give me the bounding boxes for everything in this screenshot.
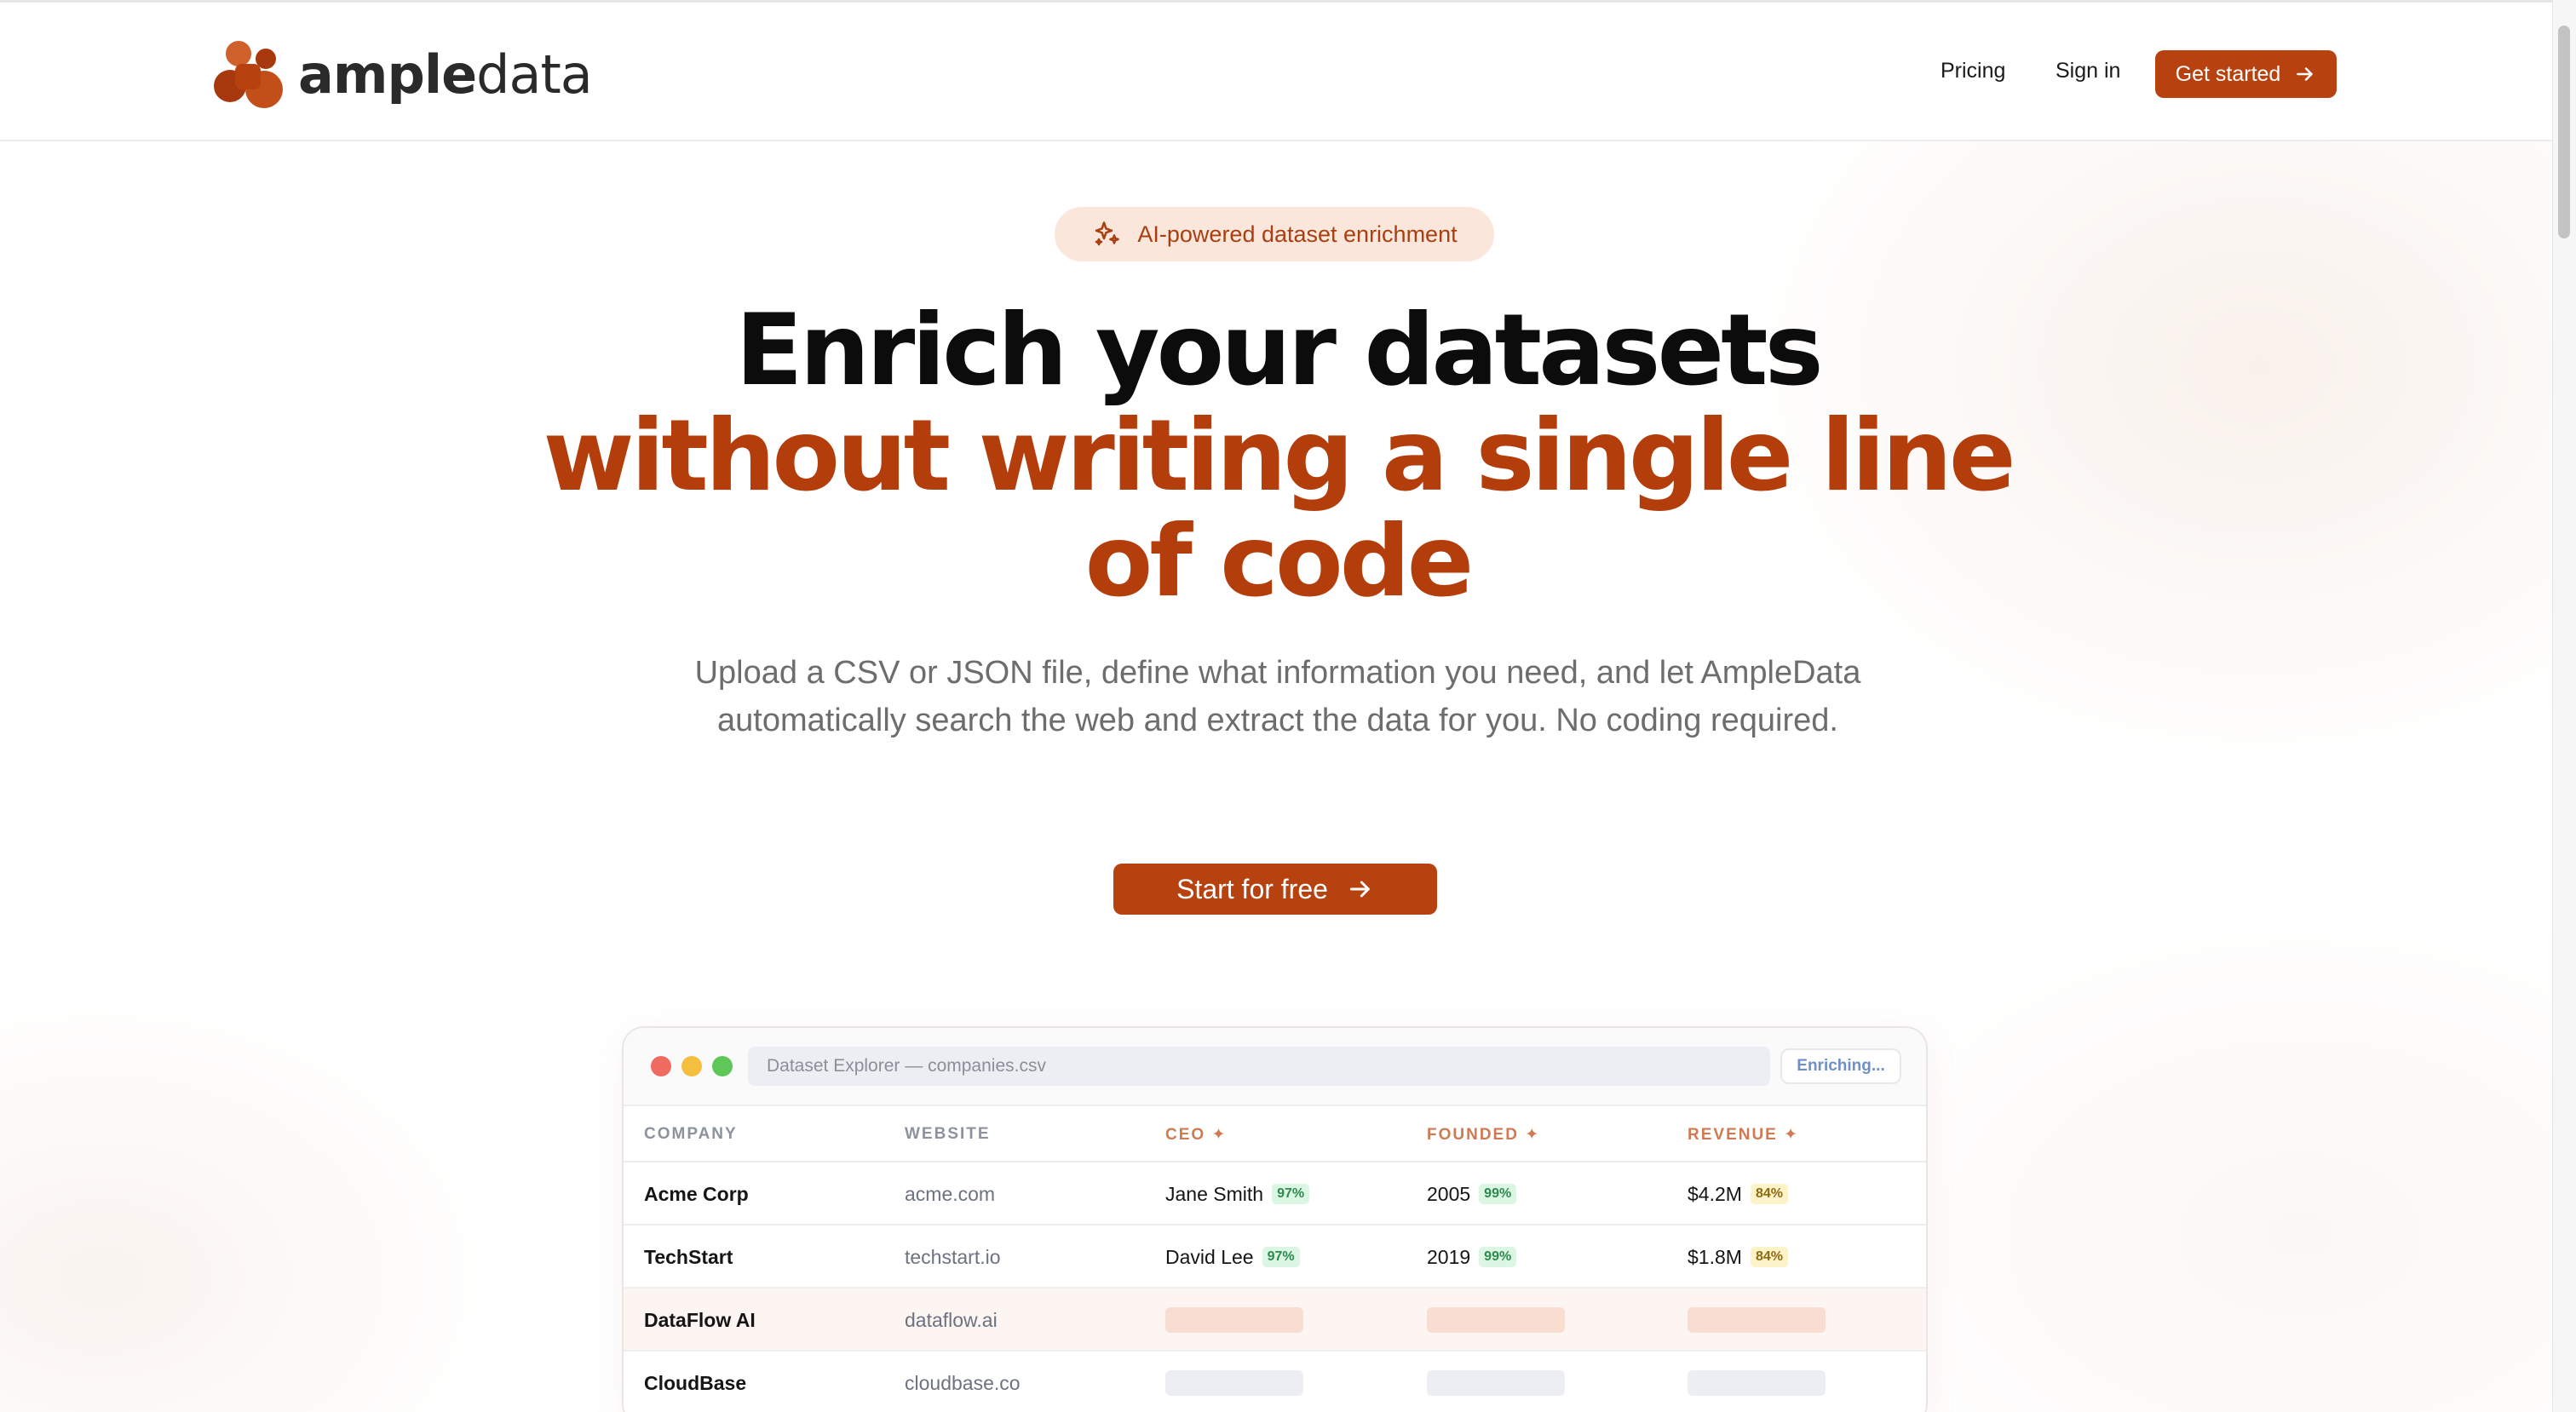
hero-badge: AI-powered dataset enrichment bbox=[1055, 207, 1494, 261]
headline-line-1: Enrich your datasets bbox=[735, 293, 1823, 408]
table-row[interactable]: Acme Corp acme.com Jane Smith 97% 2005 99%… bbox=[624, 1162, 1926, 1225]
enriching-status-badge: Enriching... bbox=[1780, 1048, 1901, 1084]
page-scrollbar[interactable] bbox=[2552, 0, 2576, 1412]
brand-logo[interactable]: ampledata bbox=[210, 37, 593, 113]
cell-company: TechStart bbox=[644, 1245, 733, 1268]
get-started-button[interactable]: Get started bbox=[2155, 50, 2337, 98]
confidence-badge: 84% bbox=[1750, 1247, 1788, 1267]
window-maximize-dot bbox=[712, 1056, 733, 1076]
nav-link-pricing[interactable]: Pricing bbox=[1941, 59, 2005, 83]
cell-revenue-skeleton bbox=[1688, 1352, 1826, 1412]
cell-revenue: $1.8M 84% bbox=[1688, 1225, 1788, 1289]
loading-skeleton bbox=[1427, 1307, 1565, 1333]
cell-company: CloudBase bbox=[644, 1371, 747, 1394]
column-header-website: WEBSITE bbox=[905, 1125, 991, 1143]
pending-skeleton bbox=[1427, 1370, 1565, 1396]
cell-website: acme.com bbox=[905, 1182, 996, 1205]
window-close-dot bbox=[651, 1056, 671, 1076]
scrollbar-thumb[interactable] bbox=[2558, 26, 2570, 238]
sparkles-icon bbox=[1095, 221, 1120, 246]
ceo-value: Jane Smith bbox=[1165, 1182, 1264, 1205]
cell-founded-skeleton bbox=[1427, 1352, 1565, 1412]
table-row[interactable]: TechStart techstart.io David Lee 97% 2019… bbox=[624, 1225, 1926, 1289]
top-navbar: ampledata Pricing Sign in Get started bbox=[0, 0, 2552, 141]
revenue-value: $1.8M bbox=[1688, 1245, 1742, 1268]
ceo-value: David Lee bbox=[1165, 1245, 1254, 1268]
cell-ceo-skeleton bbox=[1165, 1289, 1303, 1352]
pending-skeleton bbox=[1165, 1370, 1303, 1396]
revenue-value: $4.2M bbox=[1688, 1182, 1742, 1205]
cell-company: Acme Corp bbox=[644, 1182, 749, 1205]
founded-value: 2019 bbox=[1427, 1245, 1471, 1268]
headline-line-2: without writing a single line bbox=[543, 399, 2015, 514]
table-header: COMPANY WEBSITE CEO ✦ FOUNDED ✦ REVENUE … bbox=[624, 1106, 1926, 1162]
confidence-badge: 97% bbox=[1272, 1184, 1310, 1204]
brand-wordmark: ampledata bbox=[298, 49, 593, 101]
cell-ceo: David Lee 97% bbox=[1165, 1225, 1300, 1289]
get-started-label: Get started bbox=[2175, 61, 2281, 86]
founded-value: 2005 bbox=[1427, 1182, 1471, 1205]
column-header-ceo: CEO ✦ bbox=[1165, 1126, 1228, 1144]
column-header-revenue: REVENUE ✦ bbox=[1688, 1126, 1800, 1144]
loading-skeleton bbox=[1688, 1307, 1826, 1333]
table-row-pending[interactable]: CloudBase cloudbase.co bbox=[624, 1352, 1926, 1412]
window-minimize-dot bbox=[681, 1056, 702, 1076]
cell-website: cloudbase.co bbox=[905, 1371, 1021, 1394]
cell-revenue: $4.2M 84% bbox=[1688, 1162, 1788, 1225]
cell-founded: 2019 99% bbox=[1427, 1225, 1517, 1289]
cell-revenue-skeleton bbox=[1688, 1289, 1826, 1352]
hero-subheadline: Upload a CSV or JSON file, define what i… bbox=[694, 655, 1861, 738]
confidence-badge: 97% bbox=[1262, 1247, 1300, 1267]
window-titlebar: Dataset Explorer — companies.csv Enrichi… bbox=[624, 1028, 1926, 1106]
start-for-free-label: Start for free bbox=[1176, 873, 1328, 904]
loading-skeleton bbox=[1165, 1307, 1303, 1333]
confidence-badge: 99% bbox=[1479, 1184, 1517, 1204]
cell-ceo: Jane Smith 97% bbox=[1165, 1162, 1310, 1225]
cell-website: techstart.io bbox=[905, 1245, 1001, 1268]
cell-ceo-skeleton bbox=[1165, 1352, 1303, 1412]
column-header-company: COMPANY bbox=[644, 1125, 738, 1143]
column-header-founded: FOUNDED ✦ bbox=[1427, 1126, 1541, 1144]
arrow-right-icon bbox=[2297, 67, 2314, 81]
cell-founded-skeleton bbox=[1427, 1289, 1565, 1352]
cell-website: dataflow.ai bbox=[905, 1308, 998, 1331]
hero-badge-label: AI-powered dataset enrichment bbox=[1137, 221, 1458, 247]
nav-link-sign-in[interactable]: Sign in bbox=[2056, 59, 2120, 83]
confidence-badge: 84% bbox=[1750, 1184, 1788, 1204]
brand-wordmark-bold: ample bbox=[298, 43, 477, 106]
arrow-right-icon bbox=[1349, 881, 1370, 898]
cell-founded: 2005 99% bbox=[1427, 1162, 1517, 1225]
pending-skeleton bbox=[1688, 1370, 1826, 1396]
confidence-badge: 99% bbox=[1479, 1247, 1517, 1267]
window-title-bar-address: Dataset Explorer — companies.csv bbox=[748, 1047, 1770, 1086]
ampledata-logo-icon bbox=[214, 41, 283, 108]
dataset-explorer-window: Dataset Explorer — companies.csv Enrichi… bbox=[622, 1026, 1928, 1412]
cell-company: DataFlow AI bbox=[644, 1308, 756, 1331]
table-row-loading[interactable]: DataFlow AI dataflow.ai bbox=[624, 1289, 1926, 1352]
hero-headline: Enrich your datasets without writing a s… bbox=[511, 298, 2044, 615]
headline-line-3: of code bbox=[1084, 504, 1475, 619]
brand-wordmark-light: data bbox=[476, 43, 593, 106]
start-for-free-button[interactable]: Start for free bbox=[1113, 864, 1437, 915]
